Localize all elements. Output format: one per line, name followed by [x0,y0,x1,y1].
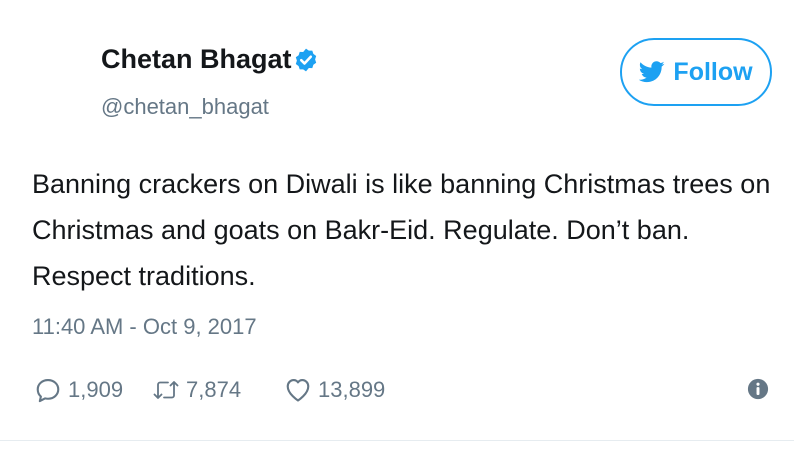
retweet-icon [153,381,179,399]
reply-count: 1,909 [68,377,124,402]
retweet-button[interactable]: 7,874 [152,372,241,408]
display-name[interactable]: Chetan Bhagat [101,44,292,75]
follow-button[interactable]: Follow [620,38,772,106]
user-handle[interactable]: @chetan_bhagat [101,94,269,120]
tweet-timestamp[interactable]: 11:40 AM - Oct 9, 2017 [32,314,257,340]
like-button[interactable]: 13,899 [284,372,385,408]
info-icon[interactable] [747,378,769,400]
follow-label: Follow [673,57,753,86]
verified-badge-icon [295,48,317,72]
heart-icon [286,379,310,402]
reply-button[interactable]: 1,909 [34,372,123,408]
tweet-text: Banning crackers on Diwali is like banni… [32,169,771,291]
retweet-count: 7,874 [186,377,242,402]
twitter-bird-icon [639,61,665,83]
tweet-card: Chetan Bhagat @chetan_bhagat Follow Bann… [0,0,794,450]
tweet-divider [0,440,794,441]
reply-icon [36,379,60,403]
like-count: 13,899 [318,377,386,402]
